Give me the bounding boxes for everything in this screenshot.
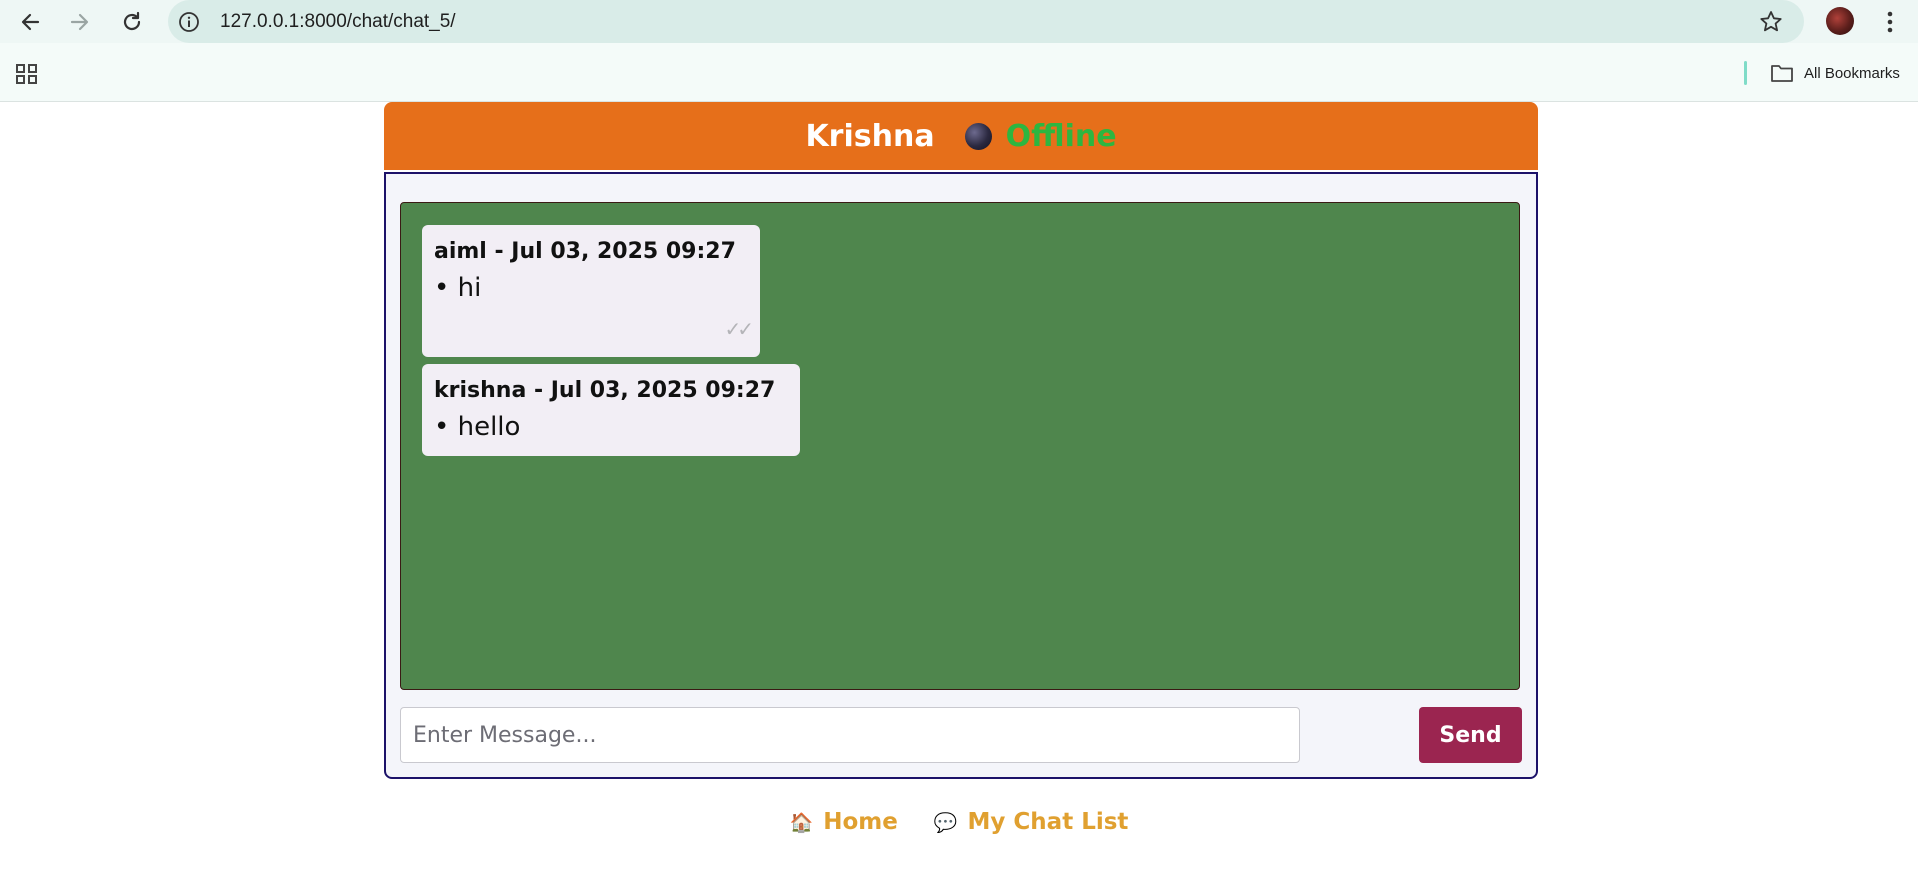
all-bookmarks-button[interactable]: All Bookmarks bbox=[1770, 60, 1900, 86]
speech-bubble-icon: 💬 bbox=[933, 811, 958, 834]
home-icon: 🏠 bbox=[789, 811, 814, 834]
reload-button[interactable] bbox=[116, 6, 148, 38]
home-link-label: Home bbox=[823, 809, 898, 835]
apps-grid-icon[interactable] bbox=[14, 62, 40, 86]
back-arrow-icon bbox=[21, 13, 40, 31]
bookmark-star-icon[interactable] bbox=[1758, 9, 1784, 35]
my-chat-list-label: My Chat List bbox=[967, 809, 1129, 835]
reload-icon bbox=[123, 11, 141, 31]
back-button[interactable] bbox=[14, 6, 46, 38]
chat-container: aiml - Jul 03, 2025 09:27 • hi ✓✓ krishn… bbox=[384, 172, 1538, 779]
messages-area[interactable]: aiml - Jul 03, 2025 09:27 • hi ✓✓ krishn… bbox=[400, 202, 1520, 690]
message-meta: krishna - Jul 03, 2025 09:27 bbox=[434, 378, 776, 403]
send-button[interactable]: Send bbox=[1419, 707, 1522, 763]
home-link[interactable]: 🏠 Home bbox=[790, 809, 898, 835]
read-receipt-icon: ✓✓ bbox=[724, 317, 753, 341]
forward-arrow-icon bbox=[70, 13, 89, 31]
site-info-icon[interactable] bbox=[178, 11, 200, 33]
chat-contact-name: Krishna bbox=[805, 118, 935, 154]
profile-avatar[interactable] bbox=[1826, 7, 1854, 35]
address-bar[interactable]: 127.0.0.1:8000/chat/chat_5/ bbox=[168, 0, 1804, 43]
bookmarks-divider bbox=[1744, 61, 1747, 85]
status-dot-icon bbox=[964, 122, 992, 150]
message-input[interactable] bbox=[400, 707, 1300, 763]
message-bubble: aiml - Jul 03, 2025 09:27 • hi ✓✓ bbox=[422, 225, 760, 357]
message-meta: aiml - Jul 03, 2025 09:27 bbox=[434, 239, 736, 264]
message-text: • hello bbox=[434, 412, 521, 442]
message-text: • hi bbox=[434, 273, 482, 303]
footer-links: 🏠 Home 💬 My Chat List bbox=[0, 806, 1918, 838]
status-text: Offline bbox=[1005, 118, 1117, 154]
message-bubble: krishna - Jul 03, 2025 09:27 • hello bbox=[422, 364, 800, 456]
chat-header: Krishna Offline bbox=[384, 102, 1538, 170]
forward-button[interactable] bbox=[64, 6, 96, 38]
folder-icon bbox=[1771, 65, 1793, 82]
url-text[interactable]: 127.0.0.1:8000/chat/chat_5/ bbox=[220, 11, 456, 33]
more-menu-icon[interactable] bbox=[1880, 8, 1900, 36]
my-chat-list-link[interactable]: 💬 My Chat List bbox=[934, 809, 1129, 835]
all-bookmarks-label: All Bookmarks bbox=[1804, 64, 1900, 82]
browser-toolbar: 127.0.0.1:8000/chat/chat_5/ bbox=[0, 0, 1918, 43]
bookmarks-bar: All Bookmarks bbox=[0, 43, 1918, 102]
